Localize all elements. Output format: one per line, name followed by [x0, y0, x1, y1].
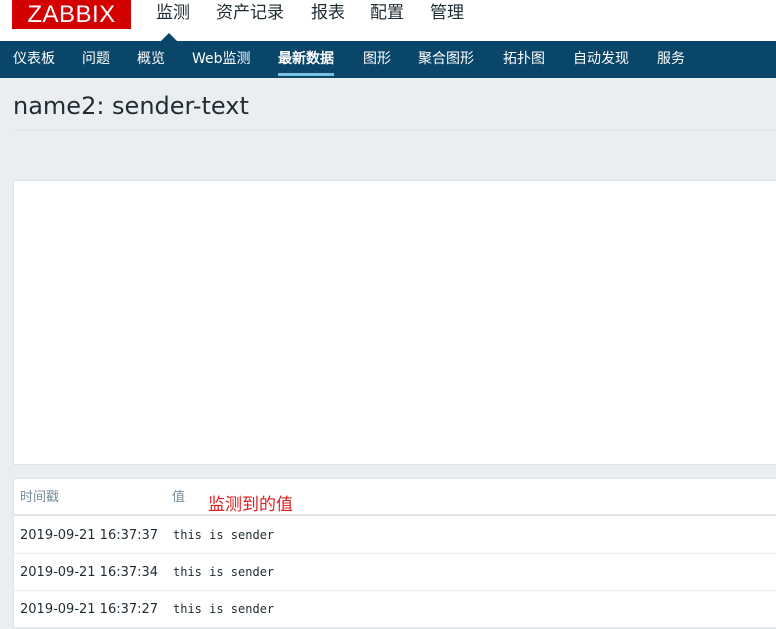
- title-divider: [13, 130, 776, 131]
- subnav-discovery[interactable]: 自动发现: [573, 41, 629, 78]
- column-header-timestamp[interactable]: 时间戳: [20, 479, 59, 516]
- active-menu-caret-icon: [161, 33, 177, 41]
- column-header-value[interactable]: 值: [172, 479, 185, 516]
- subnav-latest-data[interactable]: 最新数据: [278, 41, 334, 78]
- history-table: 时间戳 值 监测到的值 2019-09-21 16:37:37 this is …: [13, 478, 776, 629]
- subnav-services[interactable]: 服务: [657, 41, 685, 78]
- subnav-maps[interactable]: 拓扑图: [503, 41, 545, 78]
- subnav-latest-data-label: 最新数据: [278, 51, 334, 67]
- main-menu-administration[interactable]: 管理: [430, 0, 464, 41]
- graph-area: [13, 180, 776, 465]
- row-value: this is sender: [173, 528, 275, 542]
- subnav-graphs[interactable]: 图形: [363, 41, 391, 78]
- subnav-overview[interactable]: 概览: [137, 41, 165, 78]
- main-menu-reports[interactable]: 报表: [311, 0, 345, 41]
- active-tab-underline: [278, 73, 334, 76]
- row-value: this is sender: [173, 565, 275, 579]
- top-header: ZABBIX 监测 资产记录 报表 配置 管理: [0, 0, 776, 41]
- annotation-monitored-value: 监测到的值: [208, 495, 293, 515]
- page-title: name2: sender-text: [13, 92, 249, 120]
- subnav-dashboard[interactable]: 仪表板: [13, 41, 55, 78]
- subnav-web-monitoring[interactable]: Web监测: [192, 41, 251, 78]
- subnav-problems[interactable]: 问题: [82, 41, 110, 78]
- table-row: 2019-09-21 16:37:34 this is sender: [14, 554, 776, 591]
- main-menu-configuration[interactable]: 配置: [370, 0, 404, 41]
- row-value: this is sender: [173, 602, 275, 616]
- row-timestamp: 2019-09-21 16:37:37: [20, 528, 159, 543]
- table-row: 2019-09-21 16:37:37 this is sender: [14, 517, 776, 554]
- row-timestamp: 2019-09-21 16:37:34: [20, 565, 159, 580]
- subnav-screens[interactable]: 聚合图形: [418, 41, 474, 78]
- row-timestamp: 2019-09-21 16:37:27: [20, 602, 159, 617]
- zabbix-logo[interactable]: ZABBIX: [12, 0, 131, 29]
- table-row: 2019-09-21 16:37:27 this is sender: [14, 591, 776, 628]
- table-header: 时间戳 值 监测到的值: [14, 479, 776, 516]
- main-menu-inventory[interactable]: 资产记录: [216, 0, 284, 41]
- sub-navigation: 仪表板 问题 概览 Web监测 最新数据 图形 聚合图形 拓扑图 自动发现 服务: [0, 41, 776, 78]
